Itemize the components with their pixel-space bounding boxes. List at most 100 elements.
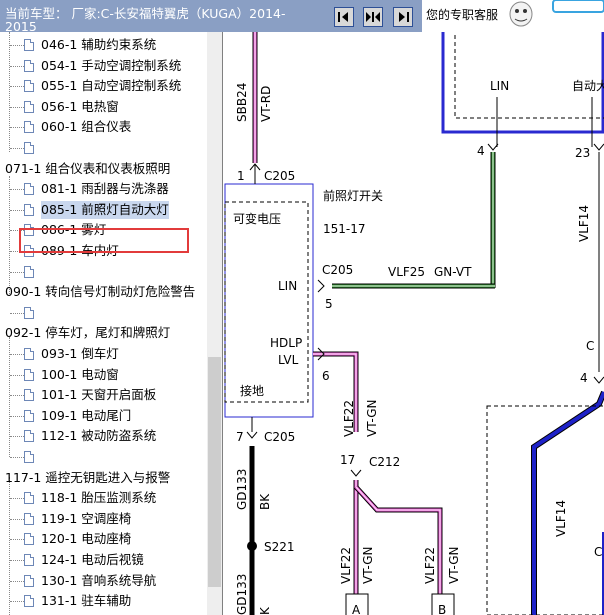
tree-item-label: 081-1 雨刮器与洗涤器 <box>41 181 169 197</box>
tree-item-label: 100-1 电动窗 <box>41 366 119 382</box>
svg-text:C205: C205 <box>264 430 295 444</box>
document-icon <box>24 348 34 360</box>
tree-item-label: 118-1 胎压监测系统 <box>41 490 157 506</box>
tree-item-label: 054-1 手动空调控制系统 <box>41 57 182 73</box>
svg-text:C205: C205 <box>322 263 353 277</box>
svg-text:VLF14: VLF14 <box>577 205 591 242</box>
svg-text:接地: 接地 <box>240 383 264 398</box>
svg-text:前照灯开关: 前照灯开关 <box>323 188 383 203</box>
svg-text:BK: BK <box>258 493 272 510</box>
tree-item-label: 071-1 组合仪表和仪表板照明 <box>5 160 171 176</box>
svg-text:A: A <box>352 603 361 615</box>
tree-item-label: 117-1 遥控无钥匙进入与报警 <box>5 469 171 485</box>
svg-text:C: C <box>586 339 594 353</box>
tree-item-label: 093-1 倒车灯 <box>41 346 119 361</box>
tree-item-label: 046-1 辅助约束系统 <box>41 37 157 52</box>
tree-item-label: 130-1 音响系统导航 <box>41 572 157 588</box>
document-icon <box>24 451 34 463</box>
svg-text:23: 23 <box>575 146 590 160</box>
svg-text:6: 6 <box>322 369 330 383</box>
svg-text:GD133: GD133 <box>235 469 249 510</box>
svg-text:VLF22: VLF22 <box>339 547 353 584</box>
svg-text:4: 4 <box>477 144 485 158</box>
svg-text:LVL: LVL <box>278 353 299 367</box>
tree-item-label: 131-1 驻车辅助 <box>41 593 132 609</box>
document-icon <box>24 512 34 525</box>
svg-text:自动大: 自动大 <box>572 79 604 93</box>
svg-text:LIN: LIN <box>278 279 297 293</box>
tree-item-label: 120-1 电动座椅 <box>41 531 132 547</box>
svg-text:VT-RD: VT-RD <box>259 86 273 122</box>
document-icon <box>24 595 34 608</box>
svg-text:VT-GN: VT-GN <box>447 547 461 584</box>
tree-item-label: 055-1 自动空调控制系统 <box>41 78 182 94</box>
document-icon <box>24 574 34 587</box>
svg-text:GD133: GD133 <box>235 574 249 615</box>
tree-scrollbar[interactable] <box>207 32 222 615</box>
tree-item-label: 112-1 被动防盗系统 <box>41 428 157 444</box>
svg-text:B: B <box>438 603 446 615</box>
svg-text:C205: C205 <box>264 169 295 183</box>
svg-text:4: 4 <box>580 371 588 385</box>
document-icon <box>24 409 34 422</box>
document-icon <box>24 80 34 93</box>
svg-text:VLF22: VLF22 <box>342 400 356 437</box>
svg-text:可变电压: 可变电压 <box>233 211 281 226</box>
wiring-diagram: LIN 自动大 4 23 VLF14 C 4 VLF14 C 前照灯开关 151… <box>222 32 604 615</box>
next-page-button[interactable] <box>393 7 413 27</box>
svg-text:GN-VT: GN-VT <box>434 265 472 279</box>
prev-page-button[interactable] <box>334 7 354 27</box>
svg-text:HDLP: HDLP <box>270 336 302 350</box>
svg-text:7: 7 <box>236 430 244 444</box>
fit-page-button[interactable] <box>363 7 383 27</box>
selected-item-highlight <box>19 228 189 253</box>
svg-text:5: 5 <box>325 297 333 311</box>
tree-item-label: 101-1 天窗开启面板 <box>41 387 157 403</box>
tree-item-label: 060-1 组合仪表 <box>41 119 132 135</box>
svg-text:K: K <box>258 606 272 615</box>
scrollbar-thumb[interactable] <box>208 357 221 587</box>
document-icon <box>24 39 34 51</box>
svg-text:LIN: LIN <box>490 79 509 93</box>
svg-text:VT-GN: VT-GN <box>361 547 375 584</box>
document-icon <box>24 59 34 72</box>
arrow-right-icon <box>399 12 409 22</box>
svg-text:C: C <box>594 545 602 559</box>
document-icon <box>24 121 34 134</box>
document-icon <box>24 389 34 402</box>
tree-item-label: 119-1 空调座椅 <box>41 510 132 526</box>
document-icon <box>24 533 34 546</box>
svg-text:17: 17 <box>340 453 355 467</box>
svg-text:VLF25: VLF25 <box>388 265 425 279</box>
document-icon <box>24 368 34 381</box>
document-icon <box>24 265 34 278</box>
tree-item-label: 056-1 电热窗 <box>41 98 119 114</box>
document-icon <box>24 306 34 319</box>
document-icon <box>24 430 34 443</box>
tree-item-label: 092-1 停车灯，尾灯和牌照灯 <box>5 325 171 341</box>
catalog-tree: 046-1 辅助约束系统 054-1 手动空调控制系统 055-1 自动空调控制系统… <box>0 32 207 615</box>
title-bar: 当前车型： 厂家:C-长安福特翼虎（KUGA）2014-2015 您的专职客服 <box>0 0 604 32</box>
document-icon <box>24 492 34 505</box>
svg-text:1: 1 <box>237 169 245 183</box>
mascot-icon <box>509 0 604 27</box>
svg-text:VT-GN: VT-GN <box>365 400 379 437</box>
car-model-title: 当前车型： 厂家:C-长安福特翼虎（KUGA）2014-2015 <box>5 6 286 32</box>
ad-text: 您的专职客服 <box>426 8 499 22</box>
document-icon <box>24 203 34 216</box>
svg-text:C212: C212 <box>369 455 400 469</box>
document-icon <box>24 554 34 566</box>
svg-text:VLF14: VLF14 <box>554 500 568 537</box>
arrow-left-icon <box>338 12 348 22</box>
tree-item-label: 090-1 转向信号灯制动灯危险警告 <box>5 284 196 300</box>
document-icon <box>24 142 34 154</box>
svg-text:SBB24: SBB24 <box>235 83 249 122</box>
tree-item-label: 085-1 前照灯自动大灯 <box>41 200 169 219</box>
tree-item-label: 124-1 电动后视镜 <box>41 552 144 567</box>
document-icon <box>24 183 34 196</box>
svg-text:S221: S221 <box>264 540 295 554</box>
document-icon <box>24 100 34 113</box>
svg-text:151-17: 151-17 <box>323 222 366 236</box>
fit-icon <box>366 12 380 22</box>
svg-text:VLF22: VLF22 <box>423 547 437 584</box>
